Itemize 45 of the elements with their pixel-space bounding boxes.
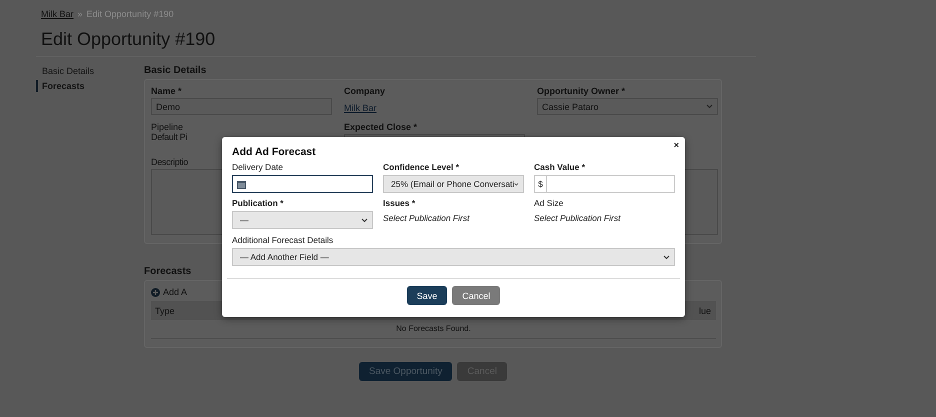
empty-message: No Forecasts Found. <box>151 320 716 339</box>
field-label: Publication * <box>232 198 284 208</box>
chevron-down-icon <box>361 218 368 222</box>
breadcrumb-separator: » <box>78 9 83 19</box>
calendar-icon <box>237 180 246 188</box>
column-header: Type <box>155 306 175 316</box>
field-label: Company <box>344 86 386 96</box>
plus-circle-icon[interactable] <box>151 288 160 296</box>
chevron-down-icon <box>514 182 519 186</box>
cancel-button[interactable]: Cancel <box>452 286 500 305</box>
field-label: Confidence Level * <box>383 162 460 172</box>
field-label: Delivery Date <box>232 162 284 172</box>
select-field[interactable]: 25% (Email or Phone Conversati <box>383 175 524 193</box>
add-link[interactable]: Add A <box>163 287 188 297</box>
modal-title: Add Ad Forecast <box>232 146 317 158</box>
company-link[interactable]: Milk Bar <box>344 103 377 113</box>
field-label: Ad Size <box>534 198 564 208</box>
date-field[interactable] <box>232 175 373 193</box>
close-button[interactable]: × <box>674 140 679 150</box>
field-label: Cash Value * <box>534 162 586 172</box>
save-button[interactable]: Save Opportunity <box>359 362 452 381</box>
hint-text: Select Publication First <box>534 212 622 223</box>
hint-text: Select Publication First <box>383 212 471 223</box>
field-label: Additional Forecast Details <box>232 235 334 245</box>
field-label: Pipeline <box>151 122 184 132</box>
section-heading: Basic Details <box>144 65 208 76</box>
name-field[interactable]: Demo <box>151 98 332 115</box>
field-label: Issues * <box>383 198 416 208</box>
chevron-down-icon <box>706 104 713 109</box>
select-field[interactable]: — Add Another Field — <box>232 248 675 266</box>
sidebar-item[interactable]: Basic Details <box>36 65 144 77</box>
field-label: Descriptio <box>151 157 188 167</box>
owner-select[interactable]: Cassie Pataro <box>537 98 718 115</box>
cash-value-field[interactable]: $ <box>534 175 675 193</box>
select-field[interactable]: — <box>232 211 373 229</box>
section-heading: Forecasts <box>144 266 192 277</box>
breadcrumb-link[interactable]: Milk Bar <box>41 9 74 19</box>
field-label: Expected Close * <box>344 122 418 132</box>
page-title: Edit Opportunity #190 <box>41 29 216 50</box>
save-button[interactable]: Save <box>406 286 448 305</box>
chevron-down-icon <box>663 254 670 260</box>
field-label: Name * <box>151 86 183 96</box>
field-label: Opportunity Owner * <box>537 86 626 96</box>
pipeline-value: Default Pi <box>151 132 188 142</box>
column-header: lue <box>698 306 711 316</box>
